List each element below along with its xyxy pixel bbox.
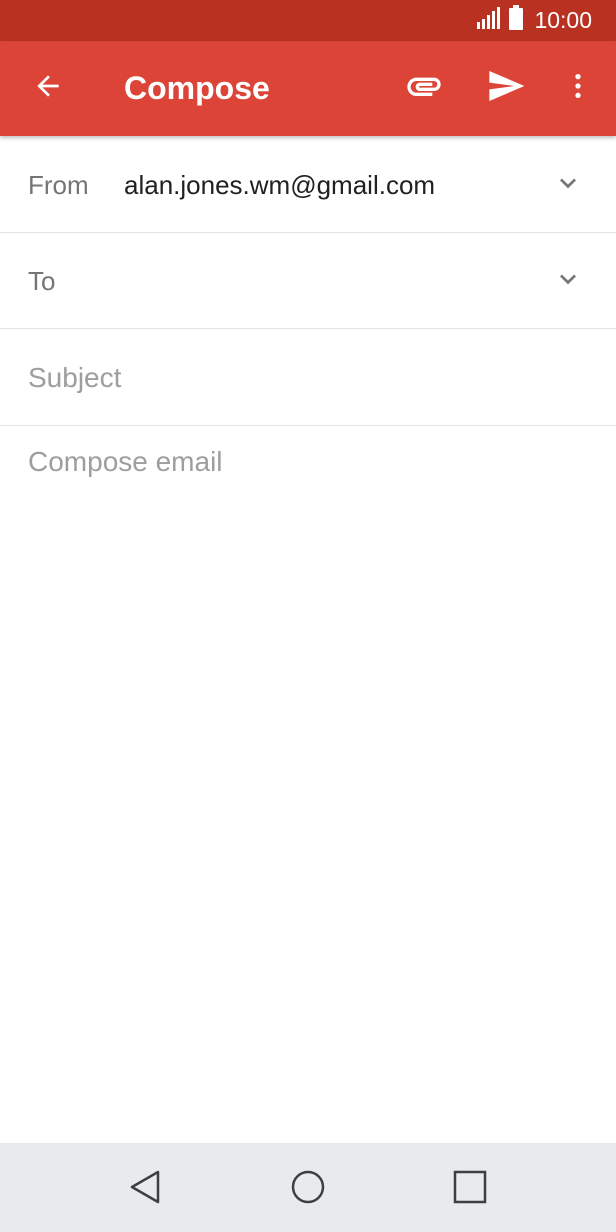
status-time: 10:00: [534, 7, 592, 33]
nav-home-button[interactable]: [284, 1165, 332, 1213]
status-indicators: 10:00: [476, 0, 592, 41]
battery-icon: [508, 5, 524, 36]
send-icon: [486, 66, 526, 111]
system-nav-bar: [0, 1143, 616, 1232]
nav-back-button[interactable]: [122, 1165, 170, 1213]
from-dropdown-button[interactable]: [548, 165, 588, 205]
more-vert-icon: [562, 70, 594, 107]
arrow-back-icon: [32, 70, 64, 107]
nav-recent-apps-button[interactable]: [446, 1165, 494, 1213]
from-row: From alan.jones.wm@gmail.com: [0, 137, 616, 233]
back-button[interactable]: [20, 64, 76, 112]
compose-screen: 10:00 Compose From alan.jones.wm@gmail.c…: [0, 0, 616, 1232]
subject-row: [0, 330, 616, 426]
nav-recent-square-icon: [450, 1167, 490, 1212]
chevron-down-icon: [552, 263, 584, 300]
to-label: To: [28, 266, 56, 296]
to-field[interactable]: [124, 233, 524, 329]
compose-body-input[interactable]: [28, 446, 588, 1126]
page-title: Compose: [124, 70, 270, 106]
from-account-value[interactable]: alan.jones.wm@gmail.com: [124, 137, 435, 233]
attach-button[interactable]: [396, 64, 452, 112]
app-bar: Compose: [0, 41, 616, 136]
subject-input[interactable]: [28, 330, 588, 426]
paperclip-icon: [404, 66, 444, 111]
chevron-down-icon: [552, 167, 584, 204]
nav-home-circle-icon: [288, 1167, 328, 1212]
nav-back-triangle-icon: [126, 1167, 166, 1212]
send-button[interactable]: [478, 64, 534, 112]
to-row: To: [0, 233, 616, 329]
status-bar: 10:00: [0, 0, 616, 41]
more-options-button[interactable]: [556, 64, 600, 112]
to-expand-button[interactable]: [548, 261, 588, 301]
from-label: From: [28, 170, 89, 200]
signal-icon: [476, 6, 502, 35]
